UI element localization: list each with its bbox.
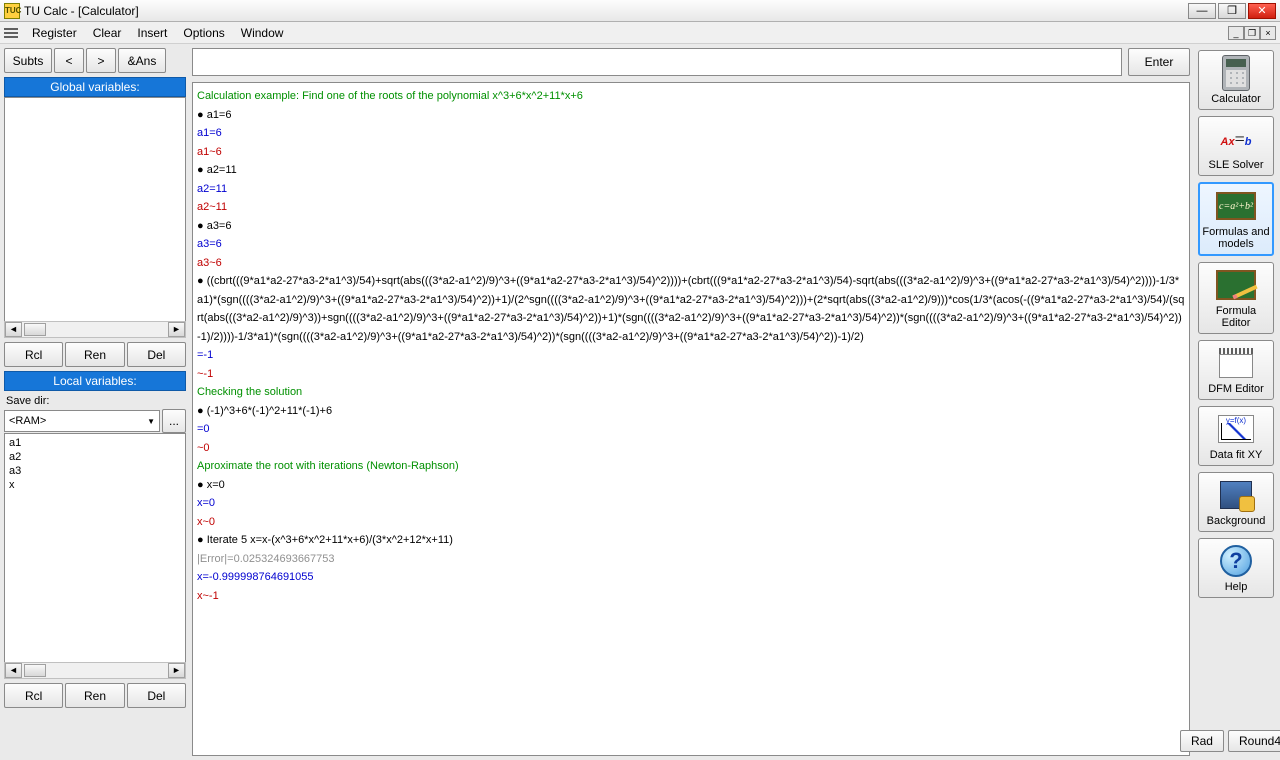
list-item[interactable]: a3 bbox=[9, 464, 181, 478]
browse-button[interactable]: ... bbox=[162, 409, 186, 433]
output-line: ● (-1)^3+6*(-1)^2+11*(-1)+6 bbox=[197, 402, 1185, 421]
scroll-right-icon[interactable]: ► bbox=[168, 322, 185, 337]
help-tool-button[interactable]: ? Help bbox=[1198, 538, 1274, 598]
local-vars-header: Local variables: bbox=[4, 371, 186, 391]
minimize-button[interactable]: — bbox=[1188, 3, 1216, 19]
prev-button[interactable]: < bbox=[54, 48, 84, 73]
global-vars-list[interactable] bbox=[4, 97, 186, 322]
output-line: x=0 bbox=[197, 494, 1185, 513]
save-dir-label: Save dir: bbox=[4, 391, 186, 409]
output-line: a3=6 bbox=[197, 235, 1185, 254]
global-ren-button[interactable]: Ren bbox=[65, 342, 124, 367]
output-line: a3~6 bbox=[197, 254, 1185, 273]
help-icon: ? bbox=[1220, 545, 1252, 577]
enter-button[interactable]: Enter bbox=[1128, 48, 1190, 76]
calculator-tool-button[interactable]: Calculator bbox=[1198, 50, 1274, 110]
global-scrollbar[interactable]: ◄ ► bbox=[4, 321, 186, 338]
round-mode-button[interactable]: Round4 bbox=[1228, 730, 1280, 752]
output-line: ~-1 bbox=[197, 365, 1185, 384]
data-fit-tool-button[interactable]: y=f(x) Data fit XY bbox=[1198, 406, 1274, 466]
output-line: ● a1=6 bbox=[197, 106, 1185, 125]
formula-icon: c=a²+b² bbox=[1216, 192, 1256, 220]
sle-solver-tool-button[interactable]: Ax=b SLE Solver bbox=[1198, 116, 1274, 176]
local-ren-button[interactable]: Ren bbox=[65, 683, 124, 708]
output-line: =-1 bbox=[197, 346, 1185, 365]
left-panel: Subts < > &Ans Global variables: ◄ ► Rcl… bbox=[0, 44, 190, 760]
notepad-icon bbox=[1219, 348, 1253, 378]
output-line: a2=11 bbox=[197, 180, 1185, 199]
output-line: x=-0.999998764691055 bbox=[197, 568, 1185, 587]
chevron-down-icon: ▼ bbox=[147, 417, 155, 426]
work-area: Subts < > &Ans Global variables: ◄ ► Rcl… bbox=[0, 44, 1280, 760]
menu-options[interactable]: Options bbox=[175, 24, 232, 42]
output-line: x~0 bbox=[197, 513, 1185, 532]
output-line: a2~11 bbox=[197, 198, 1185, 217]
output-line: Checking the solution bbox=[197, 383, 1185, 402]
output-line: Calculation example: Find one of the roo… bbox=[197, 87, 1185, 106]
title-bar: TUC TU Calc - [Calculator] — ❐ ✕ bbox=[0, 0, 1280, 22]
menu-clear[interactable]: Clear bbox=[85, 24, 130, 42]
local-rcl-button[interactable]: Rcl bbox=[4, 683, 63, 708]
expression-input[interactable] bbox=[192, 48, 1122, 76]
scroll-thumb[interactable] bbox=[24, 323, 46, 336]
output-line: ● Iterate 5 x=x-(x^3+6*x^2+11*x+6)/(3*x^… bbox=[197, 531, 1185, 550]
center-panel: Enter Calculation example: Find one of t… bbox=[190, 44, 1192, 760]
output-line: =0 bbox=[197, 420, 1185, 439]
output-area[interactable]: Calculation example: Find one of the roo… bbox=[192, 82, 1190, 756]
list-item[interactable]: a2 bbox=[9, 450, 181, 464]
scroll-left-icon[interactable]: ◄ bbox=[5, 322, 22, 337]
scroll-left-icon[interactable]: ◄ bbox=[5, 663, 22, 678]
angle-mode-button[interactable]: Rad bbox=[1180, 730, 1224, 752]
output-line: ● a2=11 bbox=[197, 161, 1185, 180]
scroll-thumb[interactable] bbox=[24, 664, 46, 677]
monitor-icon bbox=[1220, 481, 1252, 509]
menu-register[interactable]: Register bbox=[24, 24, 85, 42]
editor-icon bbox=[1216, 270, 1256, 300]
global-vars-header: Global variables: bbox=[4, 77, 186, 97]
output-line: Aproximate the root with iterations (New… bbox=[197, 457, 1185, 476]
app-icon: TUC bbox=[4, 3, 20, 19]
menu-insert[interactable]: Insert bbox=[129, 24, 175, 42]
calculator-icon bbox=[1222, 55, 1250, 91]
menu-bar: Register Clear Insert Options Window _ ❐… bbox=[0, 22, 1280, 44]
dfm-editor-tool-button[interactable]: DFM Editor bbox=[1198, 340, 1274, 400]
mdi-minimize-button[interactable]: _ bbox=[1228, 26, 1244, 40]
formula-editor-tool-button[interactable]: Formula Editor bbox=[1198, 262, 1274, 334]
output-line: a1=6 bbox=[197, 124, 1185, 143]
chart-icon: y=f(x) bbox=[1218, 415, 1254, 443]
global-rcl-button[interactable]: Rcl bbox=[4, 342, 63, 367]
background-tool-button[interactable]: Background bbox=[1198, 472, 1274, 532]
right-toolbar: Calculator Ax=b SLE Solver c=a²+b² Formu… bbox=[1192, 44, 1280, 760]
save-dir-select[interactable]: <RAM> ▼ bbox=[4, 410, 160, 432]
output-line: ~0 bbox=[197, 439, 1185, 458]
mdi-restore-button[interactable]: ❐ bbox=[1244, 26, 1260, 40]
sle-icon: Ax=b bbox=[1221, 129, 1252, 150]
menu-window[interactable]: Window bbox=[233, 24, 292, 42]
output-line: |Error|=0.025324693667753 bbox=[197, 550, 1185, 569]
mdi-close-button[interactable]: × bbox=[1260, 26, 1276, 40]
global-del-button[interactable]: Del bbox=[127, 342, 186, 367]
subts-button[interactable]: Subts bbox=[4, 48, 52, 73]
local-scrollbar[interactable]: ◄ ► bbox=[4, 662, 186, 679]
scroll-right-icon[interactable]: ► bbox=[168, 663, 185, 678]
next-button[interactable]: > bbox=[86, 48, 116, 73]
output-line: ● ((cbrt(((9*a1*a2-27*a3-2*a1^3)/54)+sqr… bbox=[197, 272, 1185, 346]
formulas-tool-button[interactable]: c=a²+b² Formulas and models bbox=[1198, 182, 1274, 256]
window-title: TU Calc - [Calculator] bbox=[24, 4, 1188, 18]
list-item[interactable]: x bbox=[9, 478, 181, 492]
menu-grip-icon bbox=[4, 26, 18, 40]
local-vars-list[interactable]: a1 a2 a3 x bbox=[4, 433, 186, 663]
output-line: ● x=0 bbox=[197, 476, 1185, 495]
close-button[interactable]: ✕ bbox=[1248, 3, 1276, 19]
ans-button[interactable]: &Ans bbox=[118, 48, 166, 73]
output-line: a1~6 bbox=[197, 143, 1185, 162]
save-dir-value: <RAM> bbox=[9, 415, 46, 427]
output-line: ● a3=6 bbox=[197, 217, 1185, 236]
maximize-button[interactable]: ❐ bbox=[1218, 3, 1246, 19]
list-item[interactable]: a1 bbox=[9, 436, 181, 450]
local-del-button[interactable]: Del bbox=[127, 683, 186, 708]
output-line: x~-1 bbox=[197, 587, 1185, 606]
